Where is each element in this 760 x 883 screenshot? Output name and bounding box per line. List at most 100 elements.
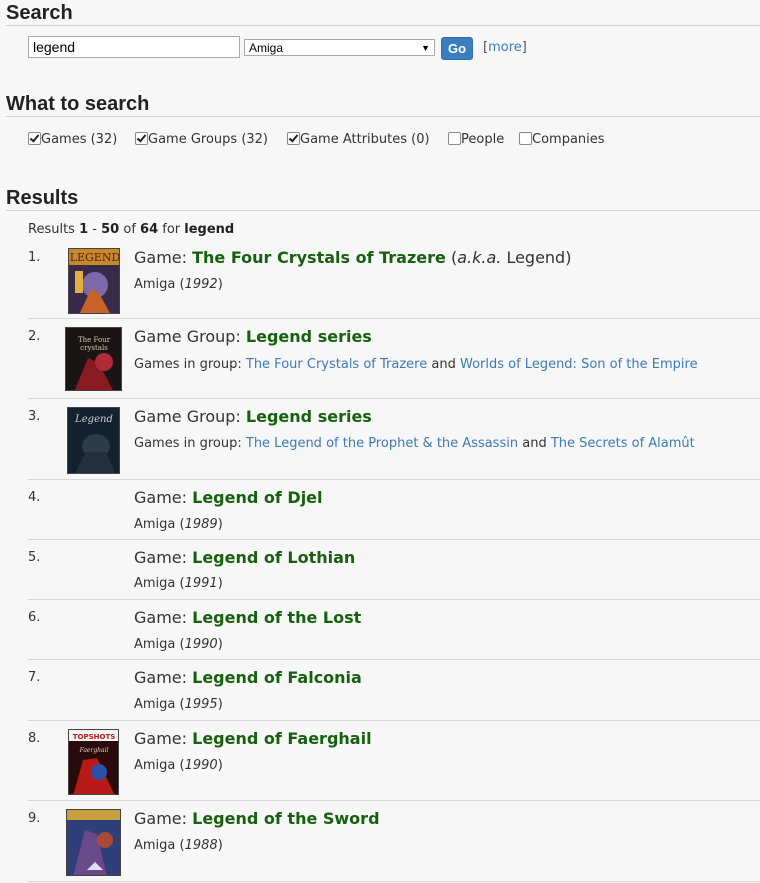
result-title-link[interactable]: Legend of Faerghail — [192, 729, 371, 748]
aka-name: Legend) — [506, 248, 572, 267]
result-number: 5. — [28, 550, 41, 565]
result-platform-line: Amiga (1990) — [134, 758, 223, 773]
cover-thumbnail[interactable] — [66, 809, 121, 876]
result-type: Game: — [134, 608, 188, 627]
svg-text:TOPSHOTS: TOPSHOTS — [73, 733, 116, 741]
option-label: Companies — [532, 132, 605, 147]
result-title-link[interactable]: Legend of Lothian — [192, 548, 355, 567]
result-title-link[interactable]: Legend of Falconia — [192, 668, 362, 687]
platform-select[interactable]: Amiga ▼ — [244, 39, 435, 56]
result-title-link[interactable]: Legend of the Lost — [192, 608, 361, 627]
search-heading: Search — [6, 1, 760, 26]
result-number: 4. — [28, 490, 41, 505]
result-title-line: Game: Legend of Djel — [134, 488, 323, 507]
result-row: 1. LEGEND Game: The Four Crystals of Tra… — [28, 240, 760, 319]
result-platform-line: Amiga (1988) — [134, 838, 223, 853]
result-title-link[interactable]: The Four Crystals of Trazere — [192, 248, 446, 267]
result-platform: Amiga — [134, 838, 176, 853]
result-number: 6. — [28, 610, 41, 625]
results-list: 1. LEGEND Game: The Four Crystals of Tra… — [28, 240, 760, 882]
result-type: Game: — [134, 668, 188, 687]
summary-of: of — [123, 222, 136, 237]
cover-thumbnail[interactable]: The Four crystals — [65, 327, 122, 391]
result-platform: Amiga — [134, 517, 176, 532]
result-platform: Amiga — [134, 277, 176, 292]
go-button[interactable]: Go — [441, 37, 473, 60]
result-title-line: Game Group: Legend series — [134, 327, 372, 346]
result-year: 1990 — [184, 758, 218, 773]
summary-prefix: Results — [28, 222, 75, 237]
result-row: 8. TOPSHOTS Faerghail Game: Legend of Fa… — [28, 721, 760, 801]
result-title-line: Game Group: Legend series — [134, 407, 372, 426]
group-game-link[interactable]: The Secrets of Alamût — [551, 436, 695, 451]
result-title-line: Game: Legend of Falconia — [134, 668, 362, 687]
result-row: 5. Game: Legend of Lothian Amiga (1991) — [28, 540, 760, 600]
result-title-line: Game: Legend of Faerghail — [134, 729, 372, 748]
cover-thumbnail[interactable]: LEGEND — [68, 248, 120, 314]
games-checkbox[interactable] — [28, 132, 41, 145]
group-game-link[interactable]: Worlds of Legend: Son of the Empire — [460, 357, 698, 372]
cover-thumbnail[interactable]: TOPSHOTS Faerghail — [68, 729, 119, 795]
summary-dash: - — [92, 222, 97, 237]
option-label: Games (32) — [41, 132, 118, 147]
result-number: 3. — [28, 409, 41, 424]
companies-checkbox[interactable] — [519, 132, 532, 145]
people-checkbox[interactable] — [448, 132, 461, 145]
result-platform: Amiga — [134, 697, 176, 712]
result-title-link[interactable]: Legend series — [246, 327, 372, 346]
group-label: Games in group: — [134, 436, 242, 451]
dropdown-arrow-icon: ▼ — [421, 43, 430, 53]
result-number: 2. — [28, 329, 41, 344]
result-year: 1989 — [184, 517, 218, 532]
result-type: Game: — [134, 248, 188, 267]
summary-for: for — [162, 222, 181, 237]
more-link[interactable]: more — [488, 40, 522, 55]
result-type: Game: — [134, 548, 188, 567]
svg-text:LEGEND: LEGEND — [70, 251, 120, 264]
results-heading: Results — [6, 186, 760, 211]
group-and: and — [431, 357, 456, 372]
result-title-link[interactable]: Legend series — [246, 407, 372, 426]
result-type: Game: — [134, 729, 188, 748]
result-year: 1992 — [184, 277, 218, 292]
search-input[interactable]: legend — [28, 36, 240, 58]
result-year: 1991 — [184, 576, 218, 591]
result-row: 4. Game: Legend of Djel Amiga (1989) — [28, 480, 760, 540]
result-type: Game Group: — [134, 407, 241, 426]
result-row: 7. Game: Legend of Falconia Amiga (1995) — [28, 660, 760, 721]
svg-text:crystals: crystals — [80, 344, 108, 352]
result-platform: Amiga — [134, 637, 176, 652]
game-attributes-checkbox[interactable] — [287, 132, 300, 145]
result-number: 1. — [28, 250, 41, 265]
svg-text:Faerghail: Faerghail — [79, 747, 109, 754]
result-platform-line: Amiga (1992) — [134, 277, 223, 292]
result-title-link[interactable]: Legend of the Sword — [192, 809, 379, 828]
summary-term: legend — [184, 222, 235, 237]
result-year: 1990 — [184, 637, 218, 652]
svg-text:The Four: The Four — [78, 336, 111, 344]
result-title-link[interactable]: Legend of Djel — [192, 488, 322, 507]
group-and: and — [522, 436, 547, 451]
group-game-link[interactable]: The Four Crystals of Trazere — [246, 357, 427, 372]
result-type: Game: — [134, 809, 188, 828]
result-type: Game Group: — [134, 327, 241, 346]
option-label: People — [461, 132, 505, 147]
game-groups-checkbox[interactable] — [135, 132, 148, 145]
result-row: 9. Game: Legend of the Sword Amiga (1988… — [28, 801, 760, 882]
result-type: Game: — [134, 488, 188, 507]
result-title-line: Game: Legend of Lothian — [134, 548, 355, 567]
what-to-search-heading: What to search — [6, 92, 760, 117]
group-label: Games in group: — [134, 357, 242, 372]
option-label: Game Groups (32) — [148, 132, 269, 147]
result-platform-line: Amiga (1990) — [134, 637, 223, 652]
result-platform: Amiga — [134, 758, 176, 773]
result-title-line: Game: The Four Crystals of Trazere (a.k.… — [134, 248, 571, 267]
results-summary: Results 1 - 50 of 64 for legend — [28, 222, 234, 237]
option-label: Game Attributes (0) — [300, 132, 430, 147]
summary-to: 50 — [101, 222, 120, 237]
cover-thumbnail[interactable]: Legend — [67, 407, 120, 474]
result-row: 3. Legend Game Group: Legend series Game… — [28, 399, 760, 480]
result-year: 1988 — [184, 838, 218, 853]
group-game-link[interactable]: The Legend of the Prophet & the Assassin — [246, 436, 518, 451]
result-platform-line: Amiga (1991) — [134, 576, 223, 591]
